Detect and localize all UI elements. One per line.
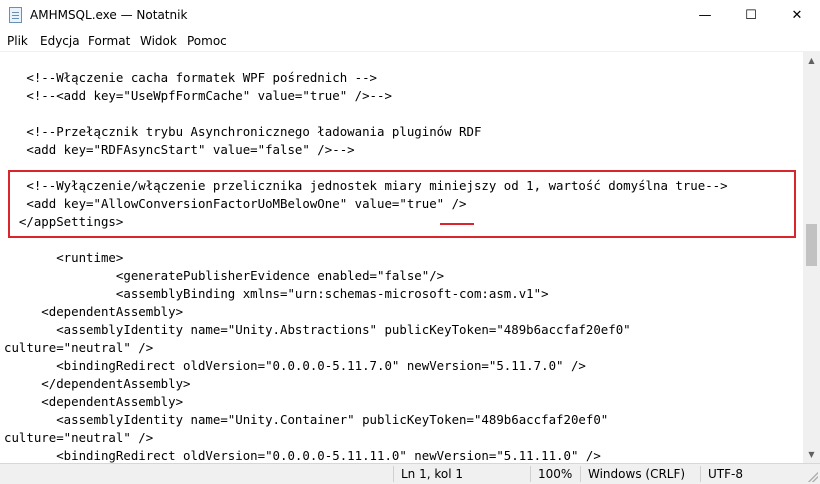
menu-bar: Plik Edycja Format Widok Pomoc — [0, 31, 820, 52]
editor-line: <runtime> — [4, 250, 124, 265]
highlight-annotation-box — [8, 170, 796, 238]
editor-line: <assemblyIdentity name="Unity.Container"… — [4, 412, 609, 427]
encoding: UTF-8 — [708, 467, 743, 481]
scroll-thumb[interactable] — [806, 224, 817, 266]
status-separator — [393, 466, 394, 482]
editor-line: <!--Przełącznik trybu Asynchronicznego ł… — [4, 124, 482, 139]
editor-line: <assemblyBinding xmlns="urn:schemas-micr… — [4, 286, 549, 301]
scroll-up-arrow-icon[interactable]: ▲ — [803, 52, 820, 69]
minimize-button[interactable]: — — [682, 0, 728, 31]
status-bar: Ln 1, kol 1 100% Windows (CRLF) UTF-8 — [0, 463, 820, 484]
close-button[interactable]: ✕ — [774, 0, 820, 31]
editor-line: </dependentAssembly> — [4, 376, 191, 391]
cursor-position: Ln 1, kol 1 — [401, 467, 464, 481]
zoom-level: 100% — [538, 467, 573, 481]
menu-help[interactable]: Pomoc — [187, 34, 227, 48]
menu-edit[interactable]: Edycja — [40, 34, 80, 48]
editor-line: <bindingRedirect oldVersion="0.0.0.0-5.1… — [4, 448, 601, 463]
status-separator — [530, 466, 531, 482]
notepad-icon — [9, 7, 22, 23]
editor-line: <bindingRedirect oldVersion="0.0.0.0-5.1… — [4, 358, 586, 373]
editor-line: culture="neutral" /> — [4, 430, 154, 445]
editor-line: <generatePublisherEvidence enabled="fals… — [4, 268, 445, 283]
editor-line: <!--<add key="UseWpfFormCache" value="tr… — [4, 88, 392, 103]
editor-line: <add key="RDFAsyncStart" value="false" /… — [4, 142, 355, 157]
maximize-button[interactable]: ☐ — [728, 0, 774, 31]
line-ending: Windows (CRLF) — [588, 467, 686, 481]
status-separator — [580, 466, 581, 482]
menu-view[interactable]: Widok — [140, 34, 177, 48]
editor-line: <dependentAssembly> — [4, 394, 184, 409]
editor-line: <dependentAssembly> — [4, 304, 184, 319]
editor-line: <!--Włączenie cacha formatek WPF pośredn… — [4, 70, 377, 85]
resize-grip-icon[interactable] — [808, 472, 818, 482]
menu-file[interactable]: Plik — [7, 34, 28, 48]
vertical-scrollbar[interactable]: ▲ ▼ — [803, 52, 820, 463]
title-bar[interactable]: AMHMSQL.exe — Notatnik — ☐ ✕ — [0, 0, 820, 31]
window-title: AMHMSQL.exe — Notatnik — [30, 8, 188, 22]
scroll-down-arrow-icon[interactable]: ▼ — [803, 446, 820, 463]
menu-format[interactable]: Format — [88, 34, 130, 48]
status-separator — [700, 466, 701, 482]
editor-line: <assemblyIdentity name="Unity.Abstractio… — [4, 322, 631, 337]
editor-line: culture="neutral" /> — [4, 340, 154, 355]
text-editor[interactable]: <!--Włączenie cacha formatek WPF pośredn… — [0, 52, 803, 463]
value-underline-annotation — [440, 223, 474, 225]
